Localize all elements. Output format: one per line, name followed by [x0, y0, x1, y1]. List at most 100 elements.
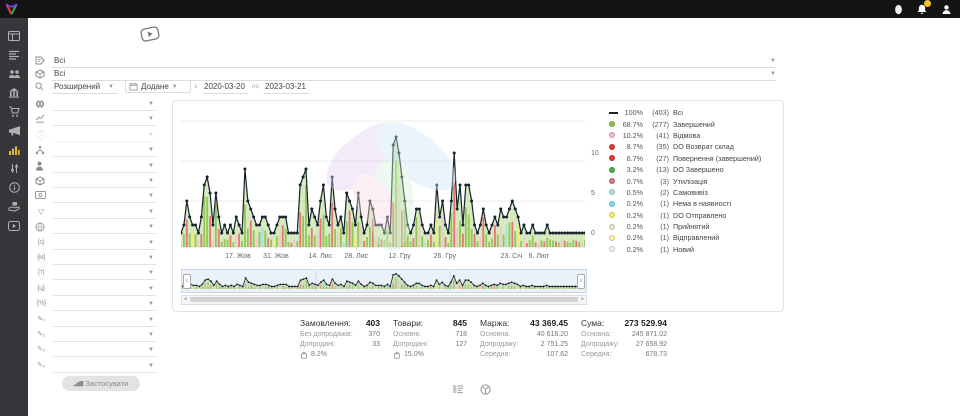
product-icon — [35, 176, 47, 186]
legend-item[interactable]: 3.2%(13)DO Завершено — [609, 164, 779, 175]
sidebar-item-dashboard[interactable] — [0, 26, 28, 45]
upsell-percent-badge: 8.2% — [300, 350, 380, 360]
chevron-down-icon: ▼ — [148, 209, 154, 215]
sidebar-item-analytics[interactable] — [0, 140, 28, 159]
profile-icon[interactable] — [941, 4, 952, 15]
chevron-down-icon: ▼ — [148, 332, 154, 338]
sidebar-item-settings[interactable] — [0, 159, 28, 178]
chevron-down-icon: ▼ — [148, 255, 154, 261]
sidebar-item-marketing[interactable] — [0, 121, 28, 140]
legend-count: (1) — [643, 245, 669, 254]
sidebar-item-video[interactable] — [0, 216, 28, 235]
filter-panel-row-utm-medium: {м}▼ — [28, 252, 160, 265]
status-filter-select[interactable] — [52, 55, 776, 68]
filter-select-payment[interactable]: ▼ — [53, 190, 156, 203]
orders-chart-plot[interactable] — [181, 107, 585, 249]
filter-select-website[interactable]: ▼ — [53, 221, 156, 234]
filter-row-status: Всі ▼ — [28, 55, 788, 68]
legend-count: (3) — [643, 177, 669, 186]
stat-subrow: Основна:40 618.20 — [480, 330, 568, 340]
scrollbar-thumb[interactable] — [190, 297, 578, 302]
legend-dot-swatch — [609, 246, 619, 252]
legend-item[interactable]: 6.7%(27)Повернення (завершений) — [609, 153, 779, 164]
filter-select-funnel[interactable]: ▼ — [53, 206, 156, 219]
filter-select-help[interactable]: ▼ — [53, 129, 156, 142]
filter-select-custom-field-3[interactable]: ▼ — [53, 344, 156, 357]
legend-label: DO Завершено — [673, 165, 779, 174]
stat-title: Замовлення: — [300, 318, 351, 328]
navigator-right-handle[interactable]: ≡ — [577, 274, 585, 289]
filter-select-utm-medium[interactable]: ▼ — [53, 252, 156, 265]
legend-item[interactable]: 10.2%(41)Відмова — [609, 130, 779, 141]
apply-button[interactable]: ▂▅▇ Застосувати — [62, 376, 140, 391]
chart-legend: 100%(403)Всі68.7%(277)Завершений10.2%(41… — [609, 107, 779, 255]
stats-product-view-icon[interactable] — [480, 384, 491, 395]
stat-subrow: Середня:107.62 — [480, 350, 568, 360]
sidebar-item-warehouse[interactable] — [0, 83, 28, 102]
stats-table-view-icon[interactable] — [452, 384, 464, 394]
chart-scrollbar[interactable]: ◂ ▸ — [181, 295, 587, 305]
date-to-prefix: по — [252, 83, 259, 90]
filter-select-structure[interactable]: ▼ — [53, 144, 156, 157]
stat-column-margin: Маржа:43 369.45Основна:40 618.20Допродаж… — [480, 318, 568, 360]
filter-select-manager[interactable]: ▼ — [53, 160, 156, 173]
legend-item[interactable]: 0.2%(1)Новий — [609, 244, 779, 255]
filter-select-custom-field-2[interactable]: ▼ — [53, 329, 156, 342]
y-tick-0: 0 — [591, 230, 607, 237]
legend-item[interactable]: 0.2%(1)Відправлений — [609, 232, 779, 243]
filter-select-product[interactable]: ▼ — [53, 175, 156, 188]
legend-label: Утилізація — [673, 177, 779, 186]
y-tick-10: 10 — [591, 150, 607, 157]
scroll-right-icon[interactable]: ▸ — [581, 296, 584, 303]
legend-item[interactable]: 0.7%(3)Утилізація — [609, 175, 779, 186]
main-content: Всі ▼ Всі ▼ Розширений ▼ Додане ▼ з 2020… — [28, 18, 960, 416]
stat-column-goods: Товари:845Основні:718Допродані:12715.0% — [393, 318, 467, 360]
filter-select-utm-content[interactable]: ▼ — [53, 283, 156, 296]
legend-item[interactable]: 0.2%(1)Прийнятий — [609, 221, 779, 232]
filter-select-utm-campaign[interactable]: ▼ — [53, 298, 156, 311]
legend-percent: 8.7% — [619, 142, 643, 151]
sidebar-item-loyalty[interactable] — [0, 197, 28, 216]
filter-select-utm-term[interactable]: ▼ — [53, 267, 156, 280]
date-from-underline — [202, 81, 248, 94]
legend-item[interactable]: 0.2%(1)DO Отправлено — [609, 210, 779, 221]
video-hint-icon[interactable] — [138, 24, 162, 44]
sidebar-item-clients[interactable] — [0, 64, 28, 83]
legend-item[interactable]: 68.7%(277)Завершений — [609, 118, 779, 129]
search-mode-select[interactable] — [52, 81, 118, 94]
navigator-left-handle[interactable]: ≡ — [183, 274, 191, 289]
sidebar-item-info[interactable] — [0, 178, 28, 197]
filter-select-custom-field-1[interactable]: ▼ — [53, 314, 156, 327]
cube-icon — [35, 69, 45, 79]
utm-source-icon: {s} — [35, 238, 47, 247]
chevron-down-icon: ▼ — [148, 116, 154, 122]
utm-term-icon: {т} — [35, 268, 47, 277]
chart-navigator[interactable]: ≡ ≡ — [181, 269, 587, 293]
stat-value: 273 529.94 — [624, 318, 667, 328]
filter-select-trend[interactable]: ▼ — [53, 113, 156, 126]
legend-item[interactable]: 0.2%(1)Нема в наявності — [609, 198, 779, 209]
legend-item[interactable]: 100%(403)Всі — [609, 107, 779, 118]
date-field-select[interactable]: Додане ▼ — [125, 80, 191, 93]
filter-panel-row-utm-source: {s} ▼ — [28, 237, 160, 250]
custom-field-1-icon: ✎₁ — [35, 315, 47, 324]
filter-panel-row-product: ▼ — [28, 175, 160, 188]
filter-select-custom-field-4[interactable]: ▼ — [53, 360, 156, 373]
calendar-icon — [129, 82, 138, 91]
apply-button-label: Застосувати — [85, 379, 128, 388]
sidebar-item-shopping-cart[interactable] — [0, 102, 28, 121]
filter-select-utm-source[interactable]: ▼ — [53, 237, 156, 250]
legend-item[interactable]: 8.7%(35)DO Возврат склад — [609, 141, 779, 152]
chevron-down-icon: ▼ — [148, 317, 154, 323]
notifications-icon[interactable] — [917, 4, 927, 15]
user-icon[interactable] — [894, 4, 903, 15]
stat-value: 845 — [453, 318, 467, 328]
date-from-prefix: з — [194, 83, 197, 90]
scroll-left-icon[interactable]: ◂ — [184, 296, 187, 303]
custom-field-3-icon: ✎₃ — [35, 345, 47, 354]
filter-select-country[interactable]: ▼ — [53, 98, 156, 111]
shopping-bag-icon — [393, 351, 401, 359]
legend-item[interactable]: 0.5%(2)Самовивіз — [609, 187, 779, 198]
sidebar-item-orders-list[interactable] — [0, 45, 28, 64]
chevron-down-icon: ▼ — [148, 163, 154, 169]
